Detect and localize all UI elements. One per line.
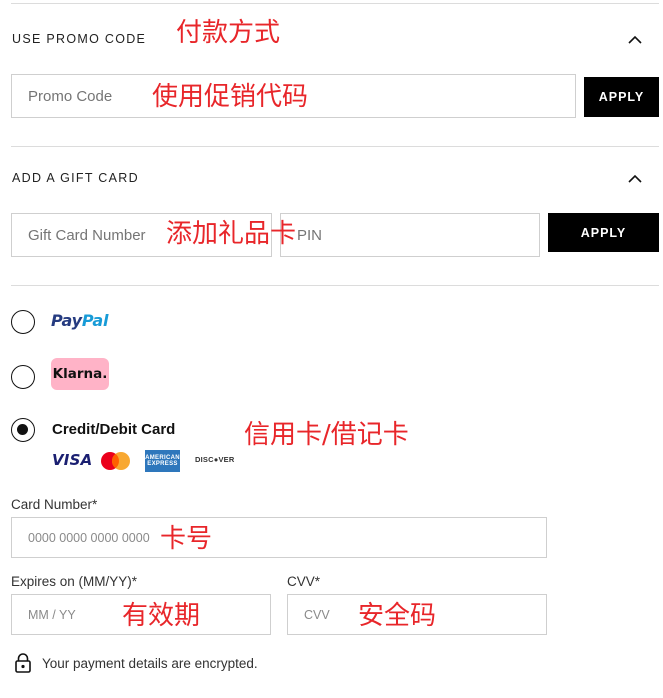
gift-card-pin-input[interactable] [280, 213, 540, 257]
cvv-label: CVV* [287, 574, 321, 589]
mastercard-logo-icon [99, 451, 132, 471]
visa-logo: VISA [52, 451, 93, 469]
klarna-radio[interactable] [11, 365, 35, 389]
card-number-input[interactable] [11, 517, 547, 558]
promo-section-annotation: 付款方式 [176, 18, 281, 48]
paypal-logo-pay: Pay [51, 311, 82, 330]
amex-logo: AMERICAN EXPRESS [145, 450, 180, 472]
gift-card-section-title[interactable]: ADD A GIFT CARD [12, 171, 139, 185]
promo-input-annotation: 使用促销代码 [152, 82, 309, 112]
expiry-annotation: 有效期 [122, 601, 201, 631]
promo-apply-button[interactable]: APPLY [584, 77, 659, 117]
gift-card-annotation: 添加礼品卡 [166, 219, 297, 249]
amex-logo-line2: EXPRESS [147, 461, 178, 467]
paypal-logo-pal: Pal [81, 311, 109, 330]
discover-logo: DISC●VER [195, 455, 235, 464]
cvv-annotation: 安全码 [358, 601, 437, 631]
chevron-up-icon[interactable] [624, 168, 646, 190]
lock-icon [14, 652, 32, 679]
gift-card-apply-button[interactable]: APPLY [548, 213, 659, 252]
promo-divider [11, 146, 659, 147]
secure-note [14, 652, 32, 679]
card-number-label: Card Number* [11, 497, 98, 512]
expiry-label: Expires on (MM/YY)* [11, 574, 138, 589]
credit-card-label[interactable]: Credit/Debit Card [52, 421, 175, 438]
paypal-radio[interactable] [11, 310, 35, 334]
credit-card-annotation: 信用卡/借记卡 [244, 420, 409, 450]
paypal-logo[interactable]: PayPal [51, 311, 108, 330]
secure-note-text: Your payment details are encrypted. [42, 656, 258, 671]
card-number-annotation: 卡号 [160, 524, 213, 554]
chevron-up-icon[interactable] [624, 29, 646, 51]
promo-section-title[interactable]: USE PROMO CODE [12, 32, 146, 46]
top-divider [11, 3, 659, 4]
credit-card-radio[interactable] [11, 418, 35, 442]
klarna-logo[interactable]: Klarna. [51, 358, 109, 390]
gift-card-divider [11, 285, 659, 286]
